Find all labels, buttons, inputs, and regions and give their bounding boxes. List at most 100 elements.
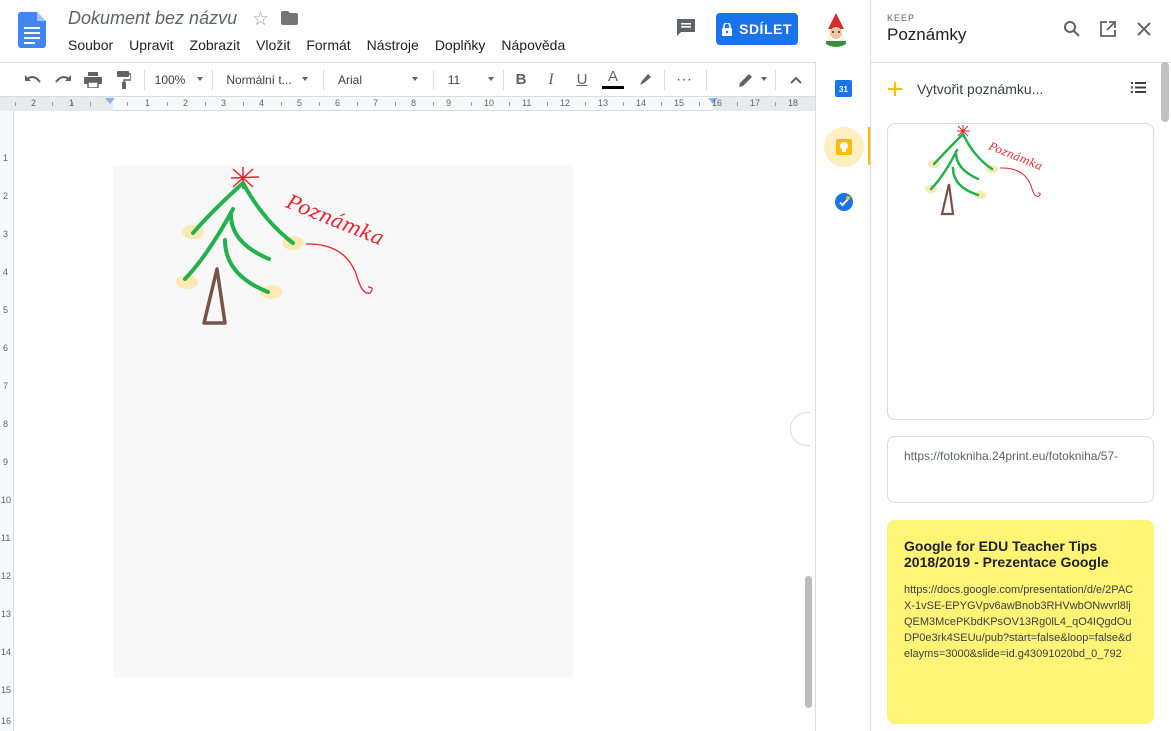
keep-panel-title: Poznámky bbox=[887, 25, 967, 44]
ruler-label: 9 bbox=[446, 98, 452, 108]
vruler-label: 5 bbox=[3, 305, 9, 315]
more-options-icon[interactable]: ··· bbox=[674, 63, 694, 96]
ruler-label: 18 bbox=[788, 98, 799, 108]
vruler-label: 4 bbox=[3, 267, 9, 277]
zoom-select[interactable]: 100% bbox=[150, 63, 190, 96]
bold-icon[interactable]: B bbox=[512, 63, 530, 96]
ruler-label: 1 bbox=[69, 98, 75, 108]
ruler-label: 12 bbox=[560, 98, 571, 108]
vruler-label: 11 bbox=[1, 533, 11, 543]
vruler-label: 9 bbox=[3, 457, 9, 467]
calendar-day: 31 bbox=[839, 85, 848, 94]
ruler-label: 10 bbox=[484, 98, 495, 108]
star-icon[interactable]: ☆ bbox=[252, 8, 269, 31]
keep-scrollbar[interactable] bbox=[1161, 62, 1169, 122]
undo-icon[interactable] bbox=[22, 63, 44, 96]
comment-history-icon[interactable] bbox=[675, 17, 697, 39]
create-note-button[interactable]: Vytvořit poznámku... bbox=[887, 76, 1157, 102]
keep-note-yellow[interactable]: Google for EDU Teacher Tips 2018/2019 - … bbox=[887, 520, 1154, 724]
tree-branches bbox=[183, 181, 295, 294]
docs-logo-icon[interactable] bbox=[18, 12, 46, 48]
open-in-new-icon[interactable] bbox=[1100, 21, 1116, 37]
keep-panel: KEEP Poznámky Vytvořit poznámku... Pozná… bbox=[870, 0, 1171, 731]
keep-divider bbox=[871, 62, 1171, 63]
ruler-label: 14 bbox=[636, 98, 647, 108]
folder-icon[interactable] bbox=[281, 11, 298, 25]
search-icon[interactable] bbox=[1064, 21, 1080, 37]
side-panel-rail: 31 bbox=[815, 62, 871, 731]
menu-addons[interactable]: Doplňky bbox=[427, 35, 494, 55]
lock-icon bbox=[722, 22, 733, 36]
ruler-label: 6 bbox=[335, 98, 341, 108]
menu-edit[interactable]: Upravit bbox=[121, 35, 181, 55]
ruler-label: 4 bbox=[259, 98, 265, 108]
redo-icon[interactable] bbox=[52, 63, 74, 96]
menu-file[interactable]: Soubor bbox=[60, 35, 121, 55]
close-icon[interactable] bbox=[1137, 22, 1151, 36]
tasks-icon[interactable] bbox=[835, 193, 853, 211]
menu-tools[interactable]: Nástroje bbox=[359, 35, 427, 55]
note-link-text: https://fotokniha.24print.eu/fotokniha/5… bbox=[904, 449, 1119, 463]
menu-insert[interactable]: Vložit bbox=[248, 35, 298, 55]
document-scroll-thumb[interactable] bbox=[805, 576, 812, 708]
editing-mode-icon[interactable] bbox=[736, 63, 756, 96]
highlight-icon[interactable] bbox=[636, 63, 654, 96]
font-select[interactable]: Arial bbox=[330, 63, 370, 96]
menu-bar: Soubor Upravit Zobrazit Vložit Formát Ná… bbox=[60, 35, 573, 55]
ruler-label: 15 bbox=[674, 98, 685, 108]
share-label: SDÍLET bbox=[739, 21, 792, 37]
keep-brand: KEEP bbox=[887, 13, 916, 23]
vruler-label: 16 bbox=[1, 716, 12, 726]
menu-format[interactable]: Formát bbox=[298, 35, 358, 55]
paint-format-icon[interactable] bbox=[113, 63, 135, 96]
note-body: https://docs.google.com/presentation/d/e… bbox=[904, 584, 1134, 660]
ruler-label: 2 bbox=[31, 98, 37, 108]
vruler-label: 13 bbox=[1, 609, 12, 619]
keep-note-drawing[interactable]: Poznámka bbox=[887, 123, 1154, 420]
tree-trunk bbox=[202, 267, 227, 325]
formatting-toolbar: 100% Normální t... Arial 11 B I U A ··· bbox=[0, 62, 815, 97]
print-icon[interactable] bbox=[82, 63, 104, 96]
vruler-label: 1 bbox=[3, 153, 9, 163]
menu-help[interactable]: Nápověda bbox=[493, 35, 573, 55]
ruler-label: 5 bbox=[297, 98, 303, 108]
ruler-label: 8 bbox=[411, 98, 417, 108]
create-note-label: Vytvořit poznámku... bbox=[917, 81, 1044, 97]
note-title: Google for EDU Teacher Tips 2018/2019 - … bbox=[904, 538, 1109, 570]
ruler-label: 7 bbox=[373, 98, 379, 108]
paragraph-style-select[interactable]: Normální t... bbox=[220, 63, 298, 96]
user-avatar[interactable] bbox=[818, 11, 854, 47]
document-title[interactable]: Dokument bez názvu bbox=[68, 8, 237, 29]
vruler-label: 7 bbox=[3, 381, 9, 391]
docs-header: Dokument bez názvu ☆ Soubor Upravit Zobr… bbox=[0, 0, 870, 62]
ruler-label: 16 bbox=[712, 98, 723, 108]
menu-view[interactable]: Zobrazit bbox=[182, 35, 249, 55]
ruler-label: 3 bbox=[221, 98, 227, 108]
calendar-icon[interactable]: 31 bbox=[835, 80, 852, 97]
underline-icon[interactable]: U bbox=[573, 63, 591, 96]
annotation-arrow bbox=[305, 243, 373, 294]
ruler-label: 2 bbox=[183, 98, 189, 108]
vruler-label: 6 bbox=[3, 343, 9, 353]
share-button[interactable]: SDÍLET bbox=[716, 13, 798, 45]
inserted-drawing[interactable]: Poznámka bbox=[113, 165, 573, 677]
ruler-label: 1 bbox=[145, 98, 151, 108]
vruler-label: 3 bbox=[3, 229, 9, 239]
keep-lightbulb-icon[interactable] bbox=[835, 138, 853, 156]
vruler-label: 8 bbox=[3, 419, 9, 429]
list-checkbox-icon[interactable] bbox=[1131, 81, 1146, 94]
plus-icon bbox=[888, 82, 902, 96]
vruler-label: 14 bbox=[1, 647, 12, 657]
text-color-icon[interactable]: A bbox=[601, 63, 625, 96]
chevron-up-icon[interactable] bbox=[786, 63, 806, 96]
vertical-ruler[interactable]: 1 2 3 4 5 6 7 8 9 10 11 12 13 14 15 16 bbox=[0, 111, 14, 731]
vruler-label: 15 bbox=[1, 685, 12, 695]
ruler-label: 17 bbox=[750, 98, 761, 108]
font-size-select[interactable]: 11 bbox=[440, 63, 468, 96]
italic-icon[interactable]: I bbox=[542, 63, 560, 96]
horizontal-ruler[interactable]: 2 1 1 2 3 4 5 6 7 8 9 10 11 12 13 14 15 … bbox=[0, 97, 815, 111]
keep-note-link[interactable]: https://fotokniha.24print.eu/fotokniha/5… bbox=[887, 436, 1154, 503]
ruler-label: 11 bbox=[522, 98, 532, 108]
vruler-label: 10 bbox=[1, 495, 12, 505]
vruler-label: 12 bbox=[1, 571, 12, 581]
